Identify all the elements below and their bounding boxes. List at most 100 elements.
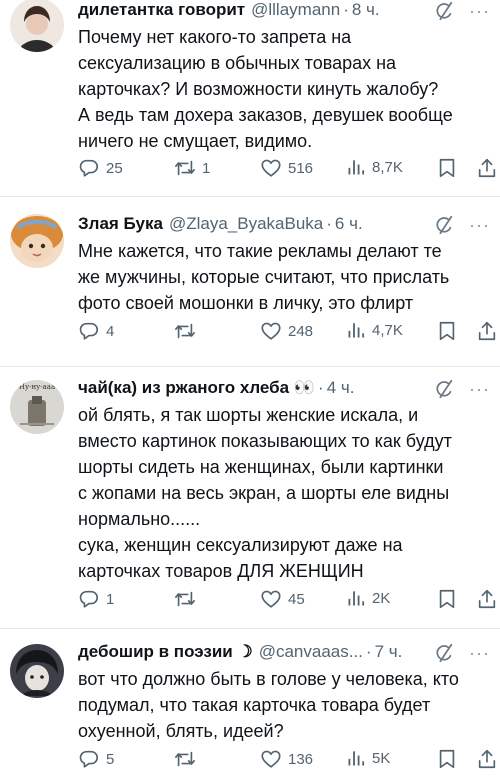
reply-button[interactable]: 25 — [78, 157, 123, 179]
action-bar: 4 248 4,7K — [78, 320, 490, 346]
share-button[interactable] — [476, 588, 498, 610]
share-button[interactable] — [476, 748, 498, 770]
author-name[interactable]: дилетантка говорит — [78, 0, 245, 20]
bookmark-button[interactable] — [436, 748, 458, 770]
author-handle[interactable]: @canvaaas... — [259, 642, 363, 662]
retweet-icon — [174, 320, 196, 342]
like-count: 45 — [288, 590, 305, 608]
views-button[interactable]: 2K — [346, 588, 390, 608]
tweet-time[interactable]: 8 ч. — [352, 0, 380, 20]
retweet-icon — [174, 157, 196, 179]
heart-icon — [260, 320, 282, 342]
tweet[interactable]: дилетантка говорит @lllaymann · 8 ч. ···… — [0, 0, 500, 197]
tweet-line: карточках товаров ДЛЯ ЖЕНЩИН — [78, 561, 364, 581]
share-icon — [476, 320, 498, 342]
tweet-line: сука, женщин сексуализируют даже на — [78, 535, 403, 555]
more-icon[interactable]: ··· — [469, 644, 490, 662]
avatar[interactable] — [10, 644, 64, 698]
retweet-button[interactable] — [174, 320, 202, 342]
retweet-button[interactable] — [174, 588, 202, 610]
tweet-text: вот что должно быть в голове у человека,… — [78, 666, 488, 744]
heart-icon — [260, 748, 282, 770]
bookmark-button[interactable] — [436, 320, 458, 342]
retweet-count: 1 — [202, 159, 211, 177]
author-name[interactable]: дебошир в поэзии ☽ — [78, 642, 253, 662]
views-button[interactable]: 4,7K — [346, 320, 403, 340]
tweet-time[interactable]: 7 ч. — [375, 642, 403, 662]
author-name[interactable]: Злая Бука — [78, 214, 163, 234]
like-count: 248 — [288, 322, 314, 340]
grok-icon[interactable] — [433, 378, 455, 400]
tweet-header: Злая Бука @Zlaya_ByakaBuka · 6 ч. — [78, 212, 488, 236]
author-name[interactable]: чай(ка) из ржаного хлеба 👀 — [78, 378, 315, 398]
share-icon — [476, 157, 498, 179]
views-count: 2K — [372, 589, 391, 607]
reply-count: 4 — [106, 322, 115, 340]
bookmark-icon — [436, 157, 458, 179]
reply-icon — [78, 748, 100, 770]
tweet[interactable]: Злая Бука @Zlaya_ByakaBuka · 6 ч. ··· Мн… — [0, 196, 500, 367]
tweet-text: Мне кажется, что такие рекламы делают те… — [78, 238, 488, 316]
avatar[interactable] — [10, 214, 64, 268]
tweet-line: сексуализацию в обычных товарах на — [78, 53, 397, 73]
author-handle[interactable]: @Zlaya_ByakaBuka — [169, 214, 323, 234]
bookmark-icon — [436, 748, 458, 770]
tweet-line: вот что должно быть в голове у человека,… — [78, 669, 459, 689]
grok-icon[interactable] — [433, 0, 455, 22]
bookmark-button[interactable] — [436, 157, 458, 179]
reply-count: 5 — [106, 750, 115, 768]
views-button[interactable]: 8,7K — [346, 157, 403, 177]
author-handle[interactable]: @lllaymann — [251, 0, 340, 20]
tweet-header: дилетантка говорит @lllaymann · 8 ч. — [78, 0, 488, 22]
retweet-icon — [174, 588, 196, 610]
tweet-line: нормально...... — [78, 509, 201, 529]
tweet-time[interactable]: 6 ч. — [335, 214, 363, 234]
retweet-button[interactable]: 1 — [174, 157, 210, 179]
reply-button[interactable]: 4 — [78, 320, 114, 342]
heart-icon — [260, 588, 282, 610]
tweet-time[interactable]: 4 ч. — [327, 378, 355, 398]
more-icon[interactable]: ··· — [469, 380, 490, 398]
reply-icon — [78, 588, 100, 610]
tweet-line: же мужчины, которые считают, что прислат… — [78, 267, 450, 287]
tweet-line: вместо картинок показывающих то как буду… — [78, 431, 452, 451]
like-button[interactable]: 248 — [260, 320, 313, 342]
tweet-line: Мне кажется, что такие рекламы делают те — [78, 241, 442, 261]
tweet[interactable]: дебошир в поэзии ☽ @canvaaas... · 7 ч. ·… — [0, 628, 500, 776]
tweet-header: чай(ка) из ржаного хлеба 👀 · 4 ч. — [78, 376, 488, 400]
more-icon[interactable]: ··· — [469, 2, 490, 20]
share-button[interactable] — [476, 157, 498, 179]
separator-dot: · — [318, 378, 324, 397]
tweet-line: ничего не смущает, видимо. — [78, 131, 313, 151]
share-icon — [476, 588, 498, 610]
heart-icon — [260, 157, 282, 179]
views-button[interactable]: 5K — [346, 748, 390, 768]
like-count: 516 — [288, 159, 314, 177]
like-button[interactable]: 136 — [260, 748, 313, 770]
avatar-caption: Ну-ну-ааа — [18, 383, 56, 391]
retweet-button[interactable] — [174, 748, 202, 770]
avatar[interactable]: Ну-ну-ааа — [10, 380, 64, 434]
views-icon — [346, 588, 366, 608]
grok-icon[interactable] — [433, 642, 455, 664]
tweet-line: ой блять, я так шорты женские искала, и — [78, 405, 419, 425]
reply-count: 25 — [106, 159, 123, 177]
tweet-line: карточках? И возможности кинуть жалобу? — [78, 79, 439, 99]
grok-icon[interactable] — [433, 214, 455, 236]
like-button[interactable]: 45 — [260, 588, 305, 610]
reply-button[interactable]: 1 — [78, 588, 114, 610]
like-button[interactable]: 516 — [260, 157, 313, 179]
avatar[interactable] — [10, 0, 64, 52]
header-icons: ··· — [433, 0, 490, 22]
reply-button[interactable]: 5 — [78, 748, 114, 770]
reply-icon — [78, 157, 100, 179]
tweet-line: охуенной, блять, идеей? — [78, 721, 284, 741]
tweet[interactable]: Ну-ну-ааа чай(ка) из ржаного хлеба 👀 · 4… — [0, 366, 500, 629]
tweet-line: подумал, что такая карточка товара будет — [78, 695, 431, 715]
share-button[interactable] — [476, 320, 498, 342]
like-count: 136 — [288, 750, 314, 768]
more-icon[interactable]: ··· — [469, 216, 490, 234]
tweet-line: Почему нет какого-то запрета на — [78, 27, 352, 47]
bookmark-button[interactable] — [436, 588, 458, 610]
views-icon — [346, 748, 366, 768]
